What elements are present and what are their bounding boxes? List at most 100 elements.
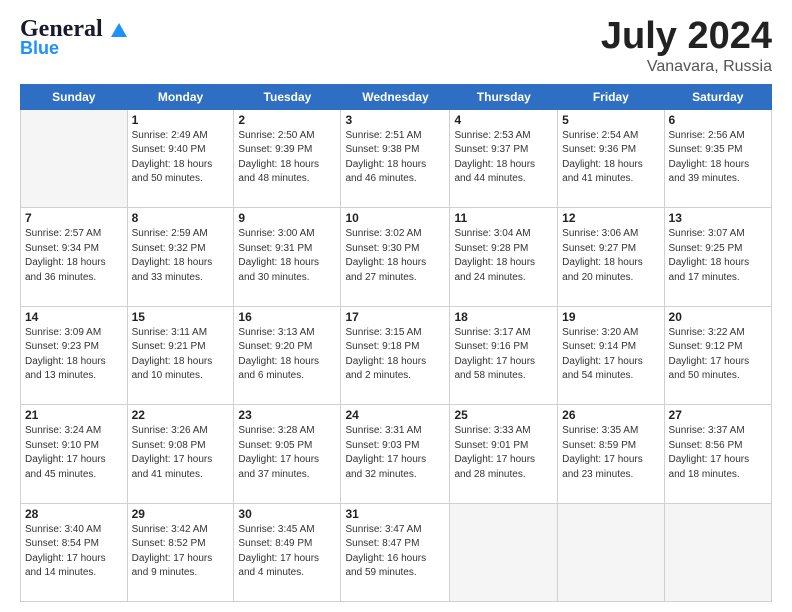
calendar-cell [664, 503, 771, 601]
week-row-1: 1 Sunrise: 2:49 AMSunset: 9:40 PMDaylight… [21, 109, 772, 207]
calendar-cell: 26Sunrise: 3:35 AMSunset: 8:59 PMDayligh… [558, 405, 664, 503]
calendar-cell: 2Sunrise: 2:50 AMSunset: 9:39 PMDaylight… [234, 109, 341, 207]
day-number: 28 [25, 507, 123, 521]
logo-triangle-icon [110, 21, 128, 39]
day-number: 6 [669, 113, 767, 127]
day-number: 25 [454, 408, 553, 422]
location: Vanavara, Russia [601, 58, 772, 76]
calendar-cell: 19Sunrise: 3:20 AMSunset: 9:14 PMDayligh… [558, 306, 664, 404]
day-header-friday: Friday [558, 84, 664, 109]
day-info: Sunrise: 2:54 AMSunset: 9:36 PMDaylight:… [562, 129, 659, 187]
day-header-thursday: Thursday [450, 84, 558, 109]
day-number: 20 [669, 310, 767, 324]
day-info: Sunrise: 3:06 AMSunset: 9:27 PMDaylight:… [562, 227, 659, 285]
day-header-saturday: Saturday [664, 84, 771, 109]
day-info: Sunrise: 3:26 AMSunset: 9:08 PMDaylight:… [132, 424, 230, 482]
calendar-cell: 5 Sunrise: 2:54 AMSunset: 9:36 PMDaylight… [558, 109, 664, 207]
day-info: Sunrise: 3:31 AMSunset: 9:03 PMDaylight:… [345, 424, 445, 482]
day-info: Sunrise: 2:51 AMSunset: 9:38 PMDaylight:… [345, 129, 445, 187]
page: General Blue July 2024 Vanavara, Russia … [0, 0, 792, 612]
calendar-cell: 9 Sunrise: 3:00 AMSunset: 9:31 PMDaylight… [234, 208, 341, 306]
day-info: Sunrise: 3:37 AMSunset: 8:56 PMDaylight:… [669, 424, 767, 482]
calendar-cell: 21Sunrise: 3:24 AMSunset: 9:10 PMDayligh… [21, 405, 128, 503]
logo: General Blue [20, 16, 129, 57]
day-number: 4 [454, 113, 553, 127]
day-info: Sunrise: 3:02 AMSunset: 9:30 PMDaylight:… [345, 227, 445, 285]
calendar-cell: 30Sunrise: 3:45 AMSunset: 8:49 PMDayligh… [234, 503, 341, 601]
day-number: 16 [238, 310, 336, 324]
day-info: Sunrise: 2:50 AMSunset: 9:39 PMDaylight:… [238, 129, 336, 187]
day-info: Sunrise: 3:42 AMSunset: 8:52 PMDaylight:… [132, 523, 230, 581]
day-number: 15 [132, 310, 230, 324]
calendar-cell: 28 Sunrise: 3:40 AMSunset: 8:54 PMDayligh… [21, 503, 128, 601]
calendar-header: SundayMondayTuesdayWednesdayThursdayFrid… [21, 84, 772, 109]
calendar-cell: 29 Sunrise: 3:42 AMSunset: 8:52 PMDayligh… [127, 503, 234, 601]
day-info: Sunrise: 2:56 AMSunset: 9:35 PMDaylight:… [669, 129, 767, 187]
day-number: 17 [345, 310, 445, 324]
calendar-cell: 11 Sunrise: 3:04 AMSunset: 9:28 PMDayligh… [450, 208, 558, 306]
day-info: Sunrise: 3:07 AMSunset: 9:25 PMDaylight:… [669, 227, 767, 285]
day-number: 21 [25, 408, 123, 422]
day-info: Sunrise: 3:17 AMSunset: 9:16 PMDaylight:… [454, 326, 553, 384]
calendar-body: 1 Sunrise: 2:49 AMSunset: 9:40 PMDaylight… [21, 109, 772, 601]
day-number: 29 [132, 507, 230, 521]
calendar-cell: 1 Sunrise: 2:49 AMSunset: 9:40 PMDaylight… [127, 109, 234, 207]
calendar-cell: 7 Sunrise: 2:57 AMSunset: 9:34 PMDaylight… [21, 208, 128, 306]
header-row: SundayMondayTuesdayWednesdayThursdayFrid… [21, 84, 772, 109]
day-info: Sunrise: 2:49 AMSunset: 9:40 PMDaylight:… [132, 129, 230, 187]
day-number: 18 [454, 310, 553, 324]
calendar-cell: 8 Sunrise: 2:59 AMSunset: 9:32 PMDaylight… [127, 208, 234, 306]
day-info: Sunrise: 3:22 AMSunset: 9:12 PMDaylight:… [669, 326, 767, 384]
day-number: 23 [238, 408, 336, 422]
day-number: 14 [25, 310, 123, 324]
day-info: Sunrise: 2:57 AMSunset: 9:34 PMDaylight:… [25, 227, 123, 285]
calendar-cell: 24Sunrise: 3:31 AMSunset: 9:03 PMDayligh… [341, 405, 450, 503]
day-header-tuesday: Tuesday [234, 84, 341, 109]
calendar-cell: 22 Sunrise: 3:26 AMSunset: 9:08 PMDayligh… [127, 405, 234, 503]
day-number: 10 [345, 211, 445, 225]
day-header-wednesday: Wednesday [341, 84, 450, 109]
day-info: Sunrise: 3:04 AMSunset: 9:28 PMDaylight:… [454, 227, 553, 285]
day-info: Sunrise: 3:15 AMSunset: 9:18 PMDaylight:… [345, 326, 445, 384]
day-info: Sunrise: 3:11 AMSunset: 9:21 PMDaylight:… [132, 326, 230, 384]
week-row-4: 21Sunrise: 3:24 AMSunset: 9:10 PMDayligh… [21, 405, 772, 503]
day-number: 7 [25, 211, 123, 225]
week-row-2: 7 Sunrise: 2:57 AMSunset: 9:34 PMDaylight… [21, 208, 772, 306]
calendar-cell: 16 Sunrise: 3:13 AMSunset: 9:20 PMDayligh… [234, 306, 341, 404]
calendar-cell: 31 Sunrise: 3:47 AMSunset: 8:47 PMDayligh… [341, 503, 450, 601]
day-info: Sunrise: 2:59 AMSunset: 9:32 PMDaylight:… [132, 227, 230, 285]
day-header-sunday: Sunday [21, 84, 128, 109]
calendar-cell: 27Sunrise: 3:37 AMSunset: 8:56 PMDayligh… [664, 405, 771, 503]
day-number: 3 [345, 113, 445, 127]
week-row-3: 14 Sunrise: 3:09 AMSunset: 9:23 PMDayligh… [21, 306, 772, 404]
day-info: Sunrise: 3:45 AMSunset: 8:49 PMDaylight:… [238, 523, 336, 581]
day-number: 22 [132, 408, 230, 422]
day-number: 11 [454, 211, 553, 225]
calendar-cell: 18 Sunrise: 3:17 AMSunset: 9:16 PMDayligh… [450, 306, 558, 404]
calendar-cell: 13Sunrise: 3:07 AMSunset: 9:25 PMDayligh… [664, 208, 771, 306]
week-row-5: 28 Sunrise: 3:40 AMSunset: 8:54 PMDayligh… [21, 503, 772, 601]
day-info: Sunrise: 3:13 AMSunset: 9:20 PMDaylight:… [238, 326, 336, 384]
day-info: Sunrise: 3:33 AMSunset: 9:01 PMDaylight:… [454, 424, 553, 482]
title-block: July 2024 Vanavara, Russia [601, 16, 772, 76]
day-info: Sunrise: 3:47 AMSunset: 8:47 PMDaylight:… [345, 523, 445, 581]
calendar-cell: 17 Sunrise: 3:15 AMSunset: 9:18 PMDayligh… [341, 306, 450, 404]
day-header-monday: Monday [127, 84, 234, 109]
day-number: 19 [562, 310, 659, 324]
calendar-cell: 20 Sunrise: 3:22 AMSunset: 9:12 PMDayligh… [664, 306, 771, 404]
calendar-cell: 12Sunrise: 3:06 AMSunset: 9:27 PMDayligh… [558, 208, 664, 306]
day-info: Sunrise: 3:00 AMSunset: 9:31 PMDaylight:… [238, 227, 336, 285]
day-number: 8 [132, 211, 230, 225]
calendar-cell [558, 503, 664, 601]
day-info: Sunrise: 3:28 AMSunset: 9:05 PMDaylight:… [238, 424, 336, 482]
day-info: Sunrise: 2:53 AMSunset: 9:37 PMDaylight:… [454, 129, 553, 187]
day-number: 5 [562, 113, 659, 127]
calendar-cell [21, 109, 128, 207]
day-number: 1 [132, 113, 230, 127]
day-info: Sunrise: 3:09 AMSunset: 9:23 PMDaylight:… [25, 326, 123, 384]
calendar-cell: 14 Sunrise: 3:09 AMSunset: 9:23 PMDayligh… [21, 306, 128, 404]
calendar-cell [450, 503, 558, 601]
day-info: Sunrise: 3:40 AMSunset: 8:54 PMDaylight:… [25, 523, 123, 581]
day-number: 9 [238, 211, 336, 225]
day-number: 31 [345, 507, 445, 521]
